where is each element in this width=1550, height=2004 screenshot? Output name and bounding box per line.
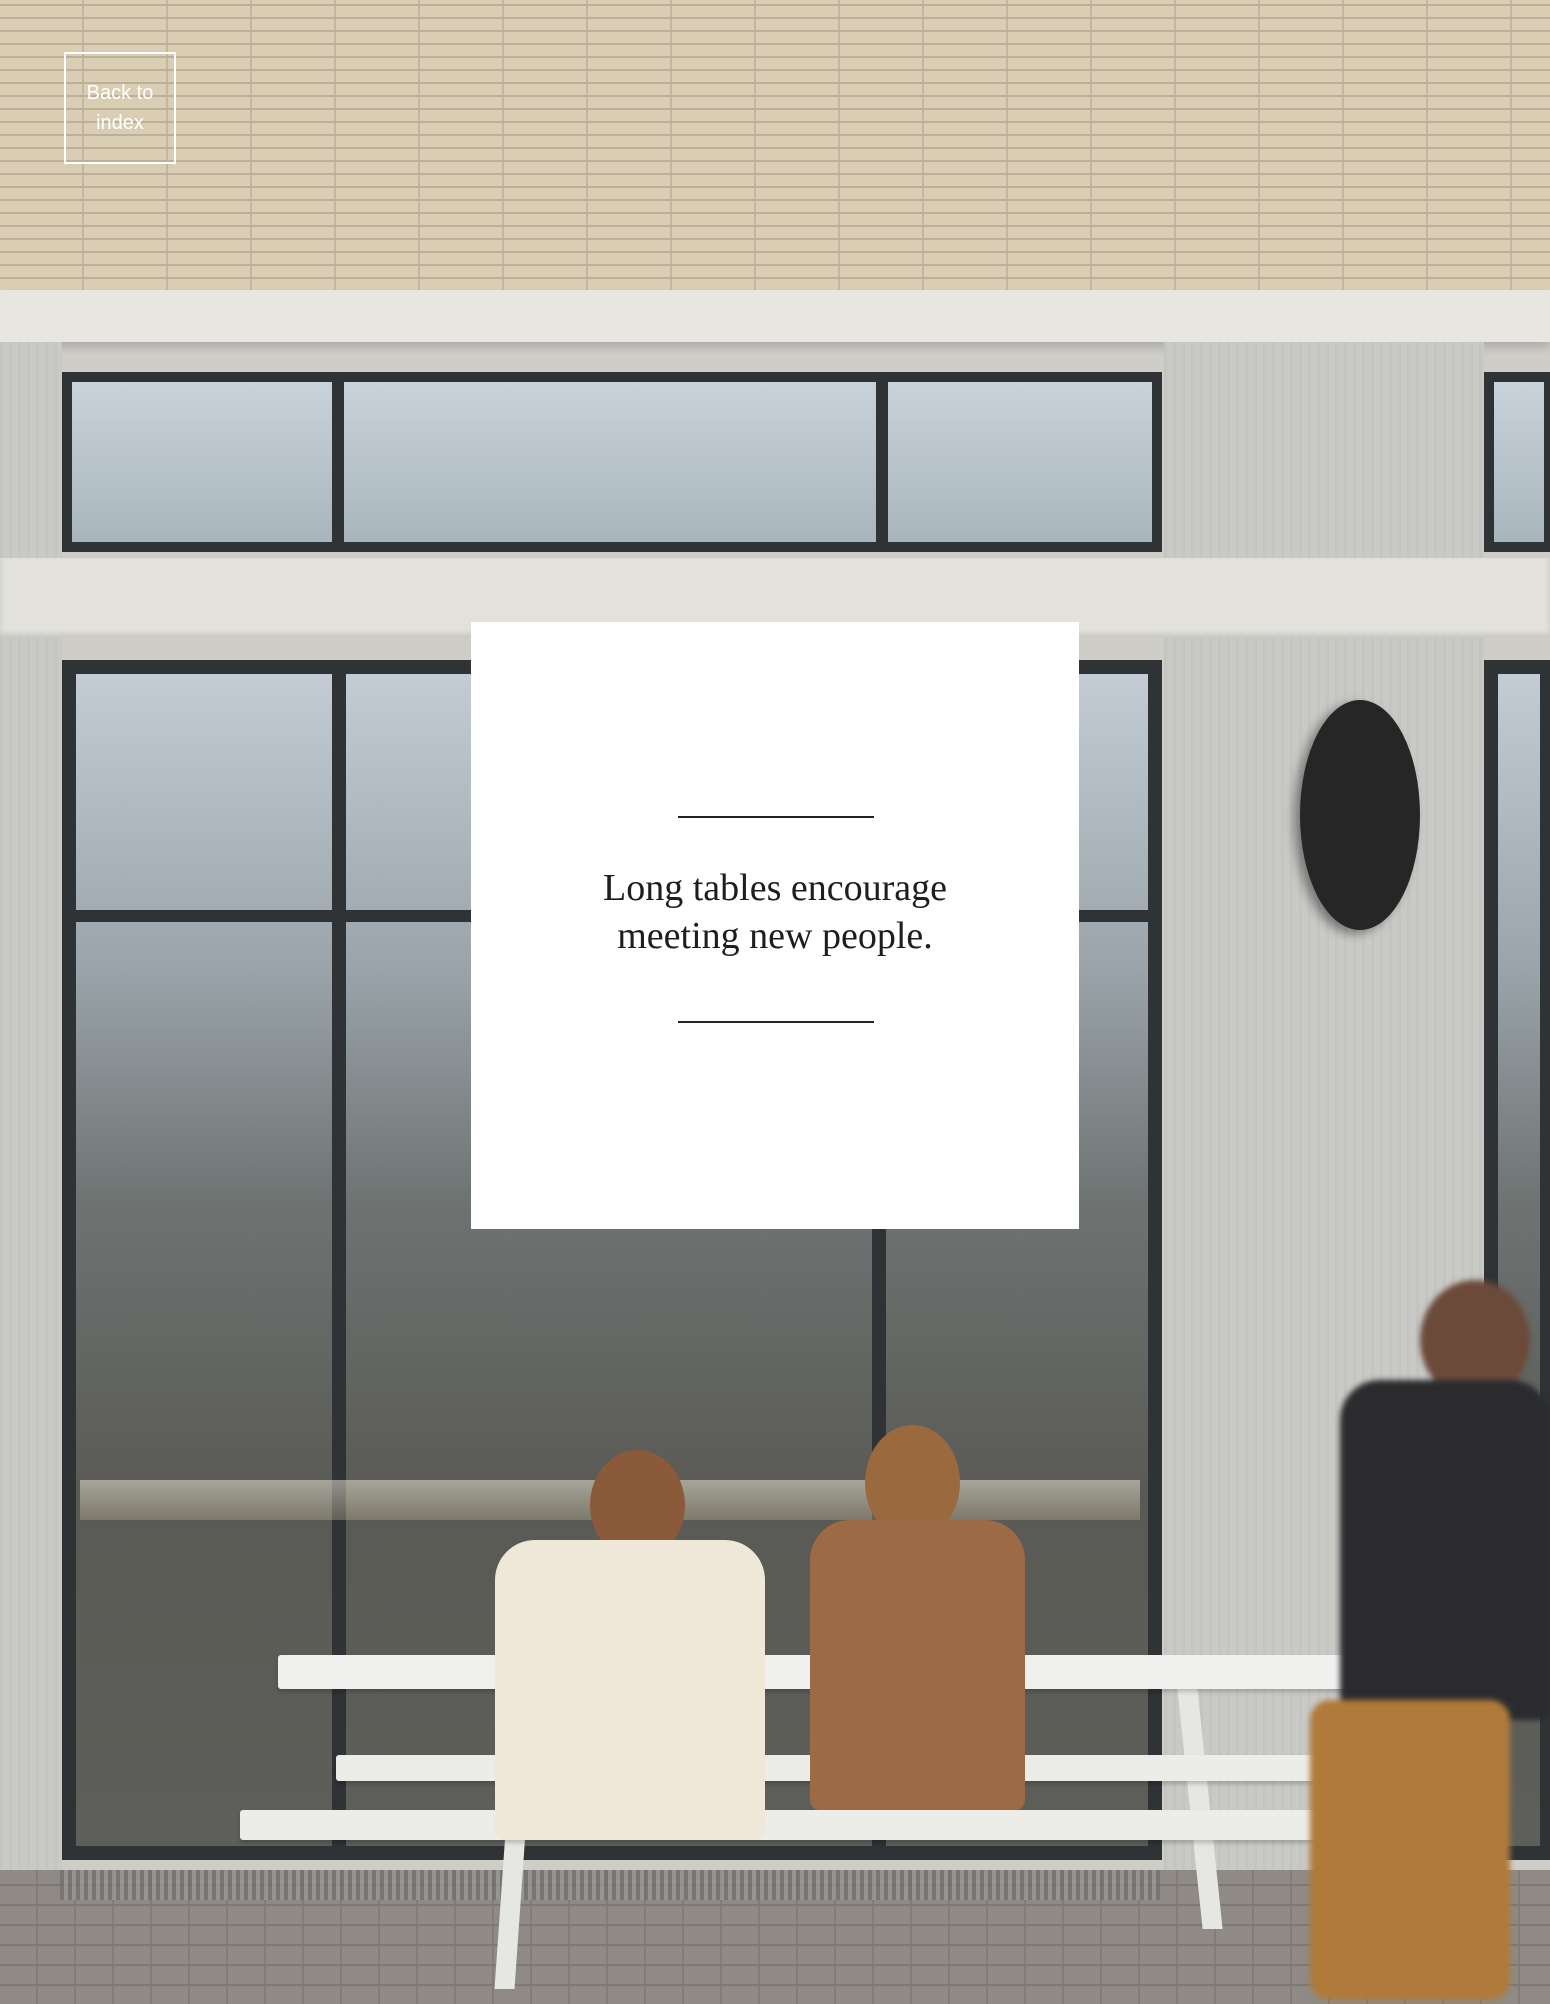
shop-sign: [1300, 700, 1420, 930]
quote-rule-top: [678, 816, 874, 818]
drain-grate: [60, 1870, 1160, 1900]
window-mullion: [876, 372, 888, 552]
concrete-lintel: [0, 290, 1550, 342]
upper-window: [62, 372, 1162, 552]
back-to-index-label: Back to index: [86, 82, 154, 134]
upper-window-right: [1484, 372, 1550, 552]
quote-card: Long tables encourage meeting new people…: [471, 622, 1079, 1229]
window-mullion: [332, 372, 344, 552]
quote-rule-bottom: [678, 1021, 874, 1023]
seated-person-cream-coat: [495, 1450, 775, 1870]
brick-wall: [0, 0, 1550, 290]
back-to-index-button[interactable]: Back to index: [64, 52, 176, 164]
walking-person: [1300, 1280, 1550, 2004]
seated-person-brown-jacket: [810, 1425, 1030, 1845]
quote-text: Long tables encourage meeting new people…: [603, 867, 947, 957]
